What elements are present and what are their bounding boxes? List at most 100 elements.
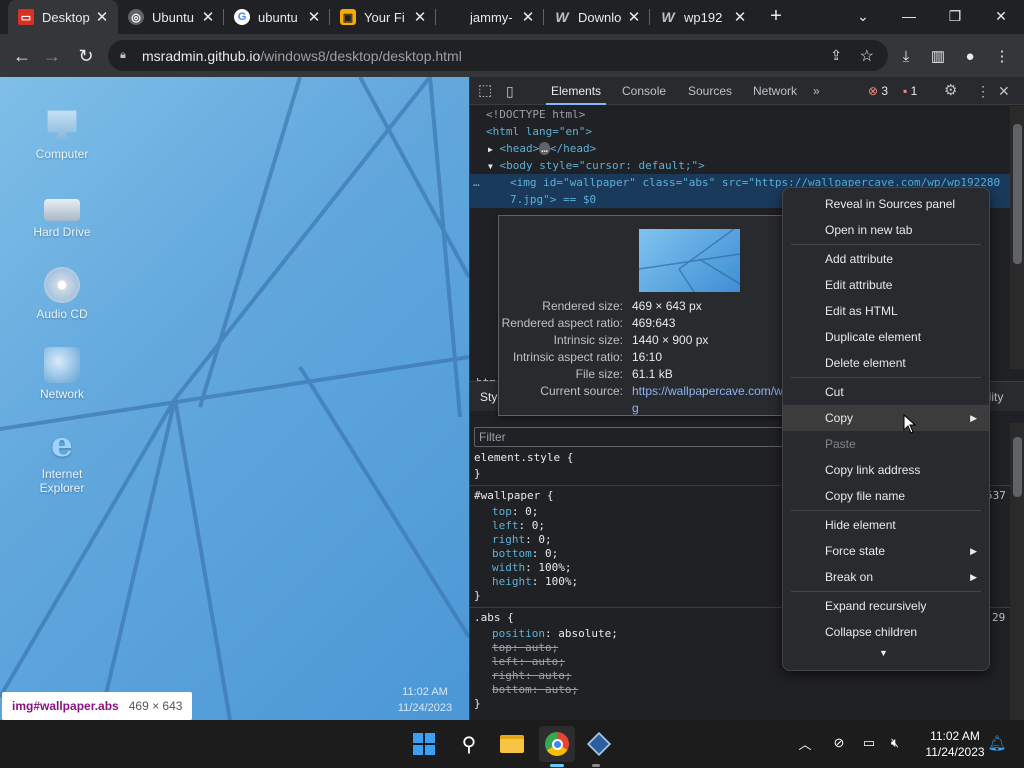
menu-icon[interactable]: ⋮ (988, 42, 1016, 70)
address-bar[interactable]: 🔒︎ msradmin.github.io/windows8/desktop/d… (108, 40, 888, 71)
menu-item-collapse-children[interactable]: Collapse children (783, 619, 989, 645)
rule-source-link[interactable]: 29 (992, 611, 1005, 625)
page-clock: 11:02 AM 11/24/2023 (397, 686, 453, 714)
elements-scrollbar[interactable] (1010, 106, 1024, 369)
dom-node-html[interactable]: <html lang="en"> (486, 123, 592, 140)
w-favicon-icon: W (555, 9, 569, 25)
close-devtools-icon[interactable]: ✕ (998, 77, 1010, 105)
menu-item-force-state[interactable]: Force state ▶ (783, 538, 989, 564)
browser-toolbar: ← → ↻ 🔒︎ msradmin.github.io/windows8/des… (0, 34, 1024, 77)
tab-search-button[interactable]: ⌄ (840, 0, 886, 32)
menu-item-hide-element[interactable]: Hide element (783, 512, 989, 538)
close-tab-icon[interactable]: ✕ (520, 8, 536, 26)
desktop-icon-hard-drive[interactable]: Hard Drive (22, 187, 102, 239)
menu-item-copy-file-name[interactable]: Copy file name (783, 483, 989, 509)
wallpaper-thumbnail (639, 229, 740, 292)
more-tabs-icon[interactable]: » (813, 77, 820, 105)
tab-wp192[interactable]: W wp192 ✕ (650, 0, 756, 34)
tab-elements[interactable]: Elements (546, 77, 607, 105)
network-off-icon[interactable]: ⊘ (828, 732, 850, 754)
close-window-button[interactable]: ✕ (978, 0, 1024, 32)
close-tab-icon[interactable]: ✕ (306, 8, 322, 26)
styles-filter-input[interactable]: Filter (474, 427, 784, 447)
hard-drive-icon (44, 199, 80, 221)
tab-ubuntu[interactable]: ◎ Ubuntu ✕ (118, 0, 224, 34)
styles-scrollbar[interactable] (1010, 423, 1024, 720)
inspect-element-icon[interactable]: ⬚ (478, 77, 492, 105)
google-favicon-icon: G (234, 9, 250, 25)
image-preview-popover: Rendered size: 469 × 643 px Rendered aspe… (498, 215, 798, 416)
w-favicon-icon: W (661, 9, 675, 25)
tab-console[interactable]: Console (622, 77, 666, 105)
tab-network[interactable]: Network (753, 77, 797, 105)
profile-icon[interactable]: ● (956, 42, 984, 70)
close-tab-icon[interactable]: ✕ (732, 8, 748, 26)
forward-button[interactable]: → (38, 42, 66, 70)
close-tab-icon[interactable]: ✕ (94, 8, 110, 26)
maximize-button[interactable]: ❐ (932, 0, 978, 32)
submenu-arrow-icon: ▶ (970, 572, 977, 582)
download-icon[interactable]: ⤓ (892, 42, 920, 70)
submenu-arrow-icon: ▶ (970, 413, 977, 423)
chrome-icon[interactable] (539, 726, 575, 762)
minimize-button[interactable]: — (886, 0, 932, 32)
close-tab-icon[interactable]: ✕ (626, 8, 642, 26)
close-tab-icon[interactable]: ✕ (412, 8, 428, 26)
menu-item-expand-recursively[interactable]: Expand recursively (783, 593, 989, 619)
tab-yourfi[interactable]: ▣ Your Fi ✕ (330, 0, 436, 34)
source-link[interactable]: https://wallpapercave.com/w (632, 383, 783, 400)
menu-item-duplicate-element[interactable]: Duplicate element (783, 324, 989, 350)
virtualbox-icon[interactable] (581, 726, 617, 762)
menu-item-add-attribute[interactable]: Add attribute (783, 246, 989, 272)
kebab-menu-icon[interactable]: ⋮ (976, 77, 990, 105)
scroll-down-arrow-icon[interactable]: ▼ (879, 648, 888, 658)
new-tab-button[interactable]: + (760, 0, 792, 32)
start-icon[interactable] (406, 726, 442, 762)
menu-item-open-new-tab[interactable]: Open in new tab (783, 217, 989, 243)
tab-desktop[interactable]: ▭ Desktop ✕ (8, 0, 118, 34)
ubuntu-favicon-icon: ◎ (128, 9, 144, 25)
reload-button[interactable]: ↻ (72, 42, 100, 70)
display-icon[interactable]: ▭ (858, 732, 880, 754)
close-tab-icon[interactable]: ✕ (200, 8, 216, 26)
desktop-icon-computer[interactable]: Computer (22, 107, 102, 161)
menu-item-reveal-in-sources[interactable]: Reveal in Sources panel (783, 191, 989, 217)
mouse-cursor-icon (903, 414, 917, 434)
tab-jammy[interactable]: jammy- ✕ (436, 0, 544, 34)
audio-cd-icon (44, 267, 80, 303)
menu-item-edit-attribute[interactable]: Edit attribute (783, 272, 989, 298)
menu-item-edit-as-html[interactable]: Edit as HTML (783, 298, 989, 324)
notification-bell-icon[interactable]: 🔔︎ (986, 732, 1008, 754)
menu-item-paste[interactable]: Paste (783, 431, 989, 457)
menu-item-delete-element[interactable]: Delete element (783, 350, 989, 376)
settings-gear-icon[interactable]: ⚙ (944, 77, 957, 105)
context-menu: Reveal in Sources panel Open in new tab … (782, 187, 990, 671)
tab-sources[interactable]: Sources (688, 77, 732, 105)
tab-styles[interactable]: Styl (480, 390, 500, 404)
menu-item-break-on[interactable]: Break on ▶ (783, 564, 989, 590)
side-panel-icon[interactable]: ▥ (924, 42, 952, 70)
back-button[interactable]: ← (8, 42, 36, 70)
bookmark-star-icon[interactable]: ☆ (860, 46, 874, 66)
volume-mute-icon[interactable]: 🔇︎ (884, 732, 906, 754)
lock-icon: 🔒︎ (120, 49, 126, 61)
desktop-icon-audio-cd[interactable]: Audio CD (22, 267, 102, 321)
issue-count-icon[interactable]: ▪ 1 (903, 77, 917, 105)
error-count-icon[interactable]: ⊗ 3 (868, 77, 888, 105)
dom-node-body[interactable]: ▼ <body style="cursor: default;"> (488, 157, 705, 174)
tab-download[interactable]: W Downlo ✕ (544, 0, 650, 34)
share-icon[interactable]: ⇪ (830, 47, 842, 64)
device-toolbar-icon[interactable]: ▯ (506, 77, 514, 105)
desktop-icon-network[interactable]: Network (22, 347, 102, 401)
desktop-icon-internet-explorer[interactable]: e Internet Explorer (22, 427, 102, 495)
menu-item-cut[interactable]: Cut (783, 379, 989, 405)
menu-item-copy-link-address[interactable]: Copy link address (783, 457, 989, 483)
ellipsis-icon[interactable]: … (539, 142, 550, 155)
tab-ubuntu-google[interactable]: G ubuntu ✕ (224, 0, 330, 34)
menu-item-copy[interactable]: Copy ▶ (783, 405, 989, 431)
file-explorer-icon[interactable] (494, 726, 530, 762)
chevron-up-icon[interactable]: ︿ (794, 732, 816, 754)
taskbar: ⚲ ︿ ⊘ ▭ 🔇︎ 11:02 AM 11/24/2023 🔔︎ (0, 720, 1024, 768)
dom-node-head[interactable]: ▶ <head>… </head> (488, 140, 596, 157)
search-icon[interactable]: ⚲ (451, 726, 487, 762)
